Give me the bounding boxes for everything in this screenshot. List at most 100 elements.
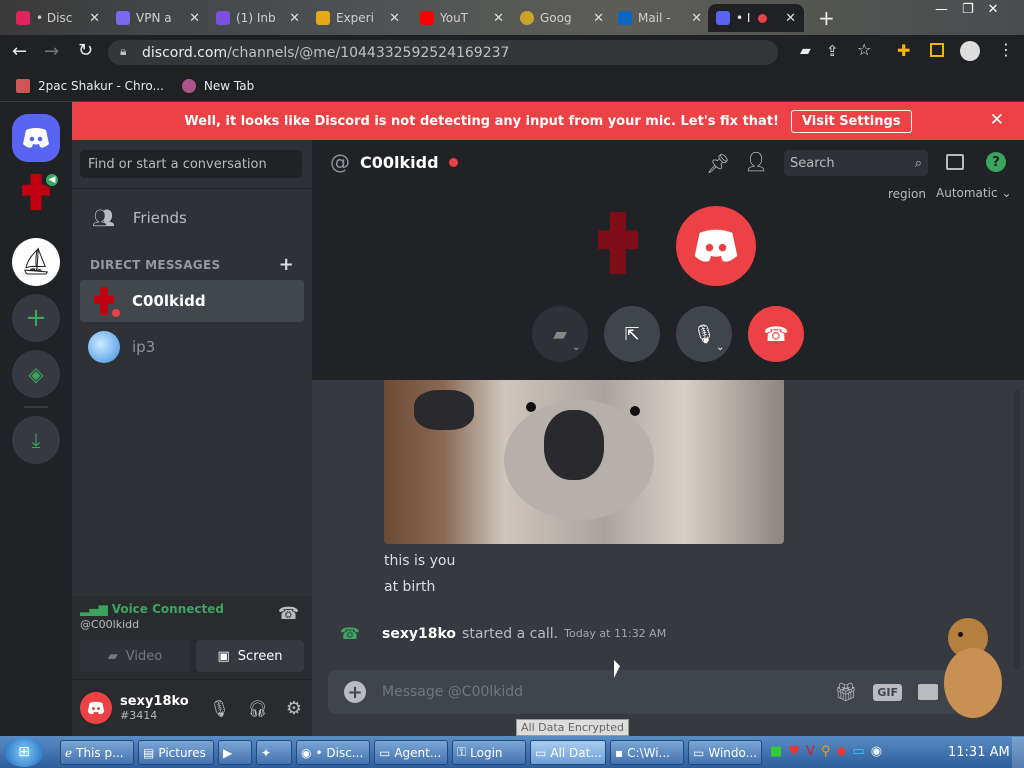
server-divider (24, 406, 48, 408)
settings-gear-icon[interactable]: ⚙︎ (286, 698, 302, 719)
participant-self-avatar[interactable] (676, 206, 756, 286)
tray-icon[interactable]: ♥ (788, 744, 800, 759)
attach-plus-icon[interactable]: + (344, 681, 366, 703)
taskbar-item-active[interactable]: ▭ All Dat... (530, 740, 606, 765)
bookmark-item[interactable]: New Tab (181, 78, 254, 93)
tray-icon[interactable]: ▭ (852, 744, 864, 759)
taskbar-item[interactable]: ▤ Pictures (138, 740, 214, 765)
gif-button[interactable]: GIF (873, 683, 902, 701)
user-avatar[interactable] (80, 692, 112, 724)
bookmark-item[interactable]: 2pac Shakur - Chro... (16, 78, 164, 93)
microphone-icon[interactable]: 🎙︎ (209, 699, 229, 718)
bookmark-star-icon[interactable]: ☆ (857, 40, 871, 59)
dm-item-ip3[interactable]: ip3 (80, 326, 304, 368)
video-button[interactable]: ▰ Video (80, 640, 190, 672)
download-apps-icon[interactable]: ⤓ (12, 416, 60, 464)
taskbar-clock[interactable]: 11:31 AM (948, 745, 1010, 760)
show-desktop-button[interactable] (1012, 737, 1024, 768)
discord-home-button[interactable] (12, 114, 60, 162)
participant-c00lkidd-avatar[interactable] (598, 212, 638, 274)
gift-icon[interactable]: 🎁︎ (835, 682, 858, 703)
toggle-camera-button[interactable]: ▰ ⌄ (532, 306, 588, 362)
start-button[interactable]: ⊞ (4, 737, 44, 767)
profile-avatar[interactable] (960, 41, 980, 61)
add-server-icon[interactable]: + (12, 294, 60, 342)
taskbar-item[interactable]: ✦ (256, 740, 292, 765)
visit-settings-button[interactable]: Visit Settings (790, 109, 912, 133)
forward-icon[interactable]: → (44, 41, 59, 62)
tray-icon[interactable]: V (806, 744, 815, 759)
reload-icon[interactable]: ↻ (78, 40, 93, 61)
maximize-icon[interactable]: ❐ (962, 2, 974, 17)
address-bar[interactable]: 🔒︎ discord.com/channels/@me/104433259252… (108, 40, 778, 65)
chat-scrollbar[interactable] (1014, 390, 1020, 670)
new-tab-icon[interactable]: + (818, 6, 835, 30)
dm-item-c00lkidd[interactable]: C00lkidd (80, 280, 304, 322)
sidepanel-icon[interactable] (930, 43, 944, 57)
taskbar-item[interactable]: ⚿ Login (452, 740, 526, 765)
close-icon[interactable]: ✕ (493, 11, 504, 26)
server-sailboat-icon[interactable]: ⛵︎ (12, 238, 60, 286)
server-roblox-icon[interactable]: ◀ (18, 172, 60, 212)
browser-tab[interactable]: Goog ✕ (512, 4, 612, 32)
browser-tab[interactable]: • Disc ✕ (8, 4, 108, 32)
user-info[interactable]: sexy18ko #3414 (120, 694, 189, 722)
tray-icon[interactable]: ◆ (836, 744, 846, 759)
leave-call-button[interactable]: ☎︎ (748, 306, 804, 362)
voice-channel-label[interactable]: @C00lkidd (80, 618, 139, 631)
taskbar-item[interactable]: ◉ • Disc... (296, 740, 370, 765)
create-dm-icon[interactable]: + (279, 254, 294, 275)
close-icon[interactable]: ✕ (593, 11, 604, 26)
message-author[interactable]: sexy18ko (382, 626, 456, 642)
more-menu-icon[interactable]: ⋮ (998, 40, 1014, 59)
tray-icon[interactable]: ⚲ (821, 744, 831, 759)
extensions-icon[interactable]: ✚ (897, 41, 910, 60)
close-window-icon[interactable]: ✕ (988, 2, 999, 17)
region-select[interactable]: Automatic ⌄ (936, 186, 1012, 200)
tray-icon[interactable]: ■ (770, 744, 782, 759)
back-icon[interactable]: ← (12, 41, 27, 62)
close-icon[interactable]: ✕ (691, 11, 702, 26)
share-icon[interactable]: ⇪ (826, 42, 839, 60)
close-icon[interactable]: ✕ (89, 11, 100, 26)
pinned-messages-icon[interactable]: 📌︎ (706, 152, 730, 175)
koala-image[interactable] (384, 380, 784, 544)
explore-compass-icon[interactable]: ◈ (12, 350, 60, 398)
share-screen-button[interactable]: ⇱ (604, 306, 660, 362)
headphones-icon[interactable]: 🎧︎ (248, 699, 268, 718)
screen-share-button[interactable]: ▣ Screen (196, 640, 304, 672)
minimize-icon[interactable]: — (935, 2, 948, 17)
cmd-icon: ▪ (615, 745, 624, 760)
sticker-icon[interactable] (918, 684, 938, 700)
browser-tab[interactable]: Mail - ✕ (610, 4, 710, 32)
dm-search-input[interactable]: Find or start a conversation (80, 150, 302, 178)
taskbar-item[interactable]: ▪ C:\Wi... (610, 740, 684, 765)
message-input[interactable]: Message @C00lkidd (382, 684, 523, 700)
browser-tab[interactable]: (1) Inb ✕ (208, 4, 308, 32)
taskbar-item[interactable]: ▶ (218, 740, 252, 765)
browser-tab[interactable]: YouT ✕ (412, 4, 512, 32)
browser-tab[interactable]: Experi ✕ (308, 4, 408, 32)
disconnect-call-icon[interactable]: ☎︎ (278, 604, 299, 624)
close-icon[interactable]: ✕ (389, 11, 400, 26)
tooltip: All Data Encrypted (516, 719, 629, 736)
taskbar-item[interactable]: ℯ This p... (60, 740, 134, 765)
camera-icon[interactable]: ▰ (800, 43, 811, 59)
help-icon[interactable]: ? (986, 152, 1006, 172)
dm-sidebar: Find or start a conversation 👥︎ Friends D… (72, 102, 312, 736)
tray-icon[interactable]: ◉ (871, 744, 882, 759)
mute-microphone-button[interactable]: 🎙︎ ⌄ (676, 306, 732, 362)
close-icon[interactable]: ✕ (189, 11, 200, 26)
browser-tab[interactable]: VPN a ✕ (108, 4, 208, 32)
taskbar-item[interactable]: ▭ Agent... (374, 740, 448, 765)
close-icon[interactable]: ✕ (785, 11, 796, 26)
search-input[interactable]: Search ⌕ (784, 150, 928, 176)
discord-tab-icon (716, 11, 730, 25)
close-icon[interactable]: ✕ (289, 11, 300, 26)
browser-tab-active[interactable]: • I ✕ (708, 4, 804, 32)
friends-nav-item[interactable]: 👥︎ Friends (80, 198, 304, 238)
taskbar-item[interactable]: ▭ Windo... (688, 740, 762, 765)
close-banner-icon[interactable]: ✕ (990, 110, 1004, 130)
inbox-icon[interactable] (946, 154, 964, 170)
add-friend-icon[interactable]: 👤︎ (744, 150, 768, 173)
